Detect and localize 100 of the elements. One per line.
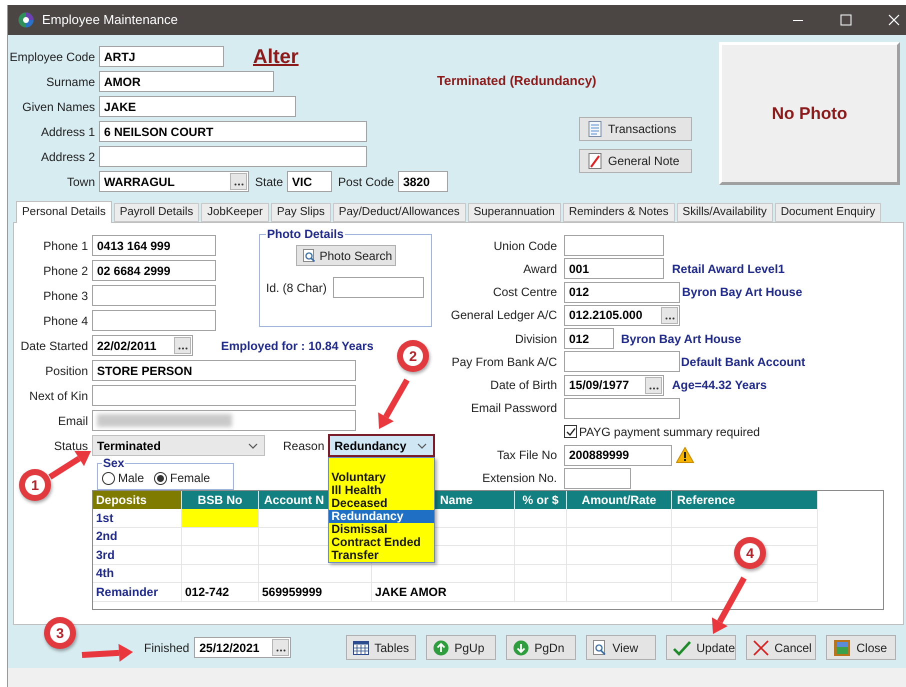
check-icon — [673, 640, 692, 656]
text-field[interactable] — [92, 410, 356, 431]
footer-button[interactable]: Cancel — [746, 635, 816, 660]
placeholder-text: No Photo — [772, 102, 848, 125]
tab[interactable]: Document Enquiry — [774, 203, 882, 222]
callout-arrow — [712, 576, 747, 634]
footer-button[interactable]: PgUp — [426, 635, 496, 660]
photo-search-button[interactable]: Photo Search — [296, 245, 396, 266]
text-field[interactable] — [332, 277, 424, 298]
text-field[interactable]: 012 — [564, 282, 680, 303]
field-label: Email — [56, 412, 89, 430]
text-field[interactable]: 3820 — [398, 171, 448, 192]
field-label: Id. (8 Char) — [266, 280, 327, 296]
tab[interactable]: Pay/Deduct/Allowances — [332, 203, 466, 222]
tab[interactable]: Pay Slips — [270, 203, 331, 222]
dropdown-option[interactable]: Transfer — [329, 549, 434, 562]
text-field[interactable] — [564, 351, 680, 372]
browse-button[interactable] — [661, 306, 678, 324]
radio-option[interactable]: Female — [154, 469, 210, 487]
tab[interactable]: JobKeeper — [201, 203, 269, 222]
text-field[interactable] — [564, 235, 664, 256]
field-label: Position — [44, 362, 89, 380]
dropdown-option[interactable]: Dismissal — [329, 523, 434, 536]
column-header: Amount/Rate — [567, 491, 672, 509]
tab[interactable]: Payroll Details — [114, 203, 200, 222]
row-header: 2nd — [93, 528, 182, 546]
field-label: Pay From Bank A/C — [450, 354, 558, 371]
maximize-icon[interactable] — [840, 14, 852, 26]
ellipsis-icon — [178, 347, 188, 350]
check-icon — [566, 426, 576, 437]
close-icon[interactable] — [888, 14, 900, 26]
date-field[interactable]: 25/12/2021 — [194, 637, 292, 658]
text-field[interactable]: AMOR — [99, 71, 274, 92]
ellipsis-icon — [276, 649, 286, 652]
text-field[interactable]: 012 — [564, 328, 614, 350]
search-icon — [593, 640, 608, 656]
field-label: Date Started — [20, 338, 89, 354]
text-field[interactable]: 0413 164 999 — [92, 235, 216, 256]
browse-button[interactable] — [230, 173, 247, 190]
text-field[interactable] — [99, 146, 367, 167]
header-button[interactable]: Transactions — [579, 116, 692, 140]
mode-label: Alter — [253, 44, 299, 70]
lookup-field[interactable]: 15/09/1977 — [564, 374, 664, 396]
radio-button[interactable] — [154, 472, 168, 484]
text-field[interactable]: 200889999 — [564, 444, 672, 466]
field-label: State — [255, 174, 284, 190]
status-dropdown[interactable]: Terminated — [92, 435, 265, 456]
dropdown-option[interactable]: Redundancy — [329, 510, 434, 523]
column-header: Deposits — [93, 491, 182, 509]
footer-button[interactable]: PgDn — [506, 635, 576, 660]
header-button[interactable]: General Note — [579, 148, 692, 172]
text-field[interactable]: 6 NEILSON COURT — [99, 121, 367, 142]
field-label: Division — [514, 330, 558, 348]
dropdown-option[interactable]: Voluntary — [329, 471, 434, 484]
text-field[interactable] — [92, 285, 216, 306]
ellipsis-icon — [664, 316, 674, 320]
note-text: Retail Award Level1 — [672, 260, 785, 278]
lookup-field[interactable]: 012.2105.000 — [564, 304, 680, 326]
text-field[interactable]: JAKE — [99, 96, 296, 117]
browse-button[interactable] — [645, 376, 662, 394]
status-text: Terminated (Redundancy) — [437, 72, 598, 90]
tab[interactable]: Personal Details — [16, 201, 112, 223]
radio-label: Female — [170, 470, 210, 487]
tab[interactable]: Superannuation — [468, 203, 561, 222]
field-label: Union Code — [492, 238, 558, 255]
column-header: Reference — [672, 491, 818, 509]
callout-arrow — [82, 644, 133, 662]
chevron-down-icon — [248, 442, 258, 448]
browse-button[interactable] — [272, 639, 290, 656]
text-field[interactable]: VIC — [287, 171, 332, 192]
footer-button[interactable]: Tables — [346, 635, 416, 660]
text-field[interactable] — [564, 468, 631, 489]
text-field[interactable]: WARRAGUL — [99, 171, 249, 192]
reason-dropdown[interactable]: Redundancy — [328, 434, 436, 457]
field-label: Extension No. — [481, 470, 558, 488]
date-field[interactable]: 22/02/2011 — [92, 335, 193, 356]
footer-button[interactable]: View — [586, 635, 656, 660]
footer-button[interactable]: Update — [666, 635, 736, 660]
tab[interactable]: Skills/Availability — [676, 203, 773, 222]
tab[interactable]: Reminders & Notes — [562, 203, 675, 222]
dropdown-option[interactable]: Contract Ended — [329, 536, 434, 549]
note-text: Employed for : 10.84 Years — [221, 338, 374, 354]
field-label: Reason — [283, 438, 324, 454]
text-field[interactable] — [92, 310, 216, 331]
text-field[interactable]: STORE PERSON — [92, 360, 356, 381]
checkbox[interactable] — [564, 425, 577, 438]
text-field[interactable]: 02 6684 2999 — [92, 260, 216, 281]
text-field[interactable]: ARTJ — [99, 46, 224, 67]
callout-number: 4 — [740, 543, 760, 563]
callout-number: 2 — [403, 346, 423, 366]
text-field[interactable] — [564, 398, 680, 419]
text-field[interactable]: 001 — [564, 258, 664, 280]
document-icon — [588, 120, 602, 136]
radio-button[interactable] — [102, 472, 115, 484]
field-label: Phone 4 — [42, 312, 89, 330]
radio-option[interactable]: Male — [102, 469, 144, 487]
footer-button[interactable]: Close — [826, 635, 896, 660]
text-field[interactable] — [92, 385, 356, 406]
browse-button[interactable] — [174, 337, 191, 354]
door-icon — [833, 638, 852, 656]
